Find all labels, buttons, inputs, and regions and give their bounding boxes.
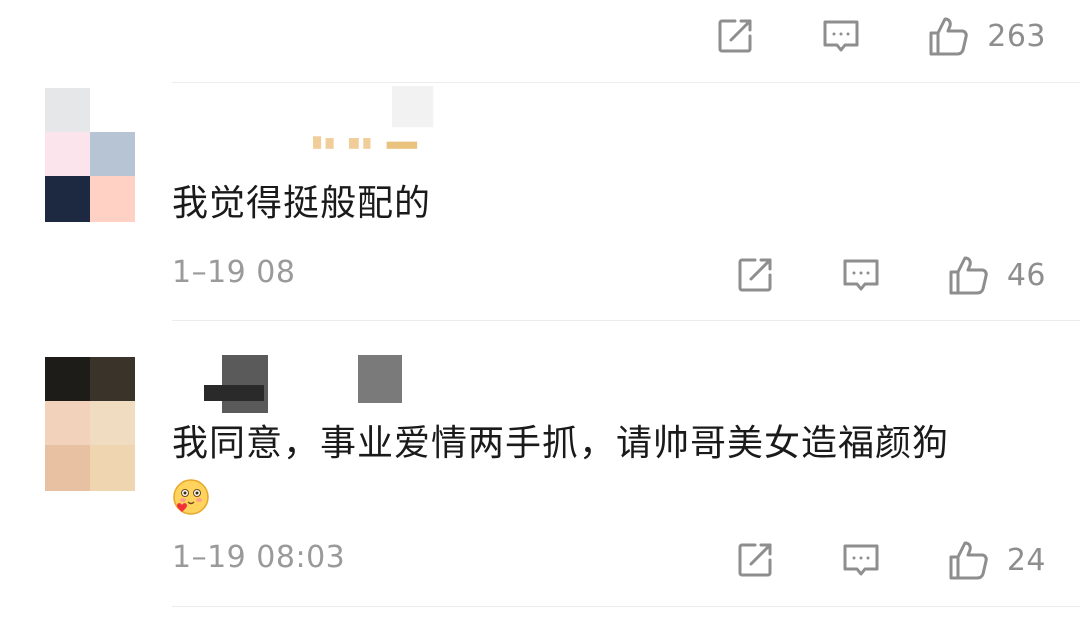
share-icon xyxy=(715,16,755,56)
comment-icon xyxy=(821,16,861,56)
divider xyxy=(172,606,1080,607)
divider xyxy=(172,320,1080,321)
like-button[interactable]: 46 xyxy=(947,253,1046,297)
like-count: 46 xyxy=(1006,257,1046,293)
share-button[interactable] xyxy=(715,16,755,56)
like-count: 263 xyxy=(987,18,1046,54)
like-button[interactable]: 263 xyxy=(927,14,1046,58)
blush-emoji-icon xyxy=(172,478,210,516)
thumbs-up-icon xyxy=(927,14,971,58)
share-button[interactable] xyxy=(735,540,775,580)
like-button[interactable]: 24 xyxy=(947,538,1046,582)
like-count: 24 xyxy=(1006,542,1046,578)
thumbs-up-icon xyxy=(947,253,991,297)
comment-text-content: 我同意，事业爱情两手抓，请帅哥美女造福颜狗 xyxy=(172,423,950,464)
share-icon xyxy=(735,540,775,580)
avatar[interactable] xyxy=(45,88,135,222)
reply-button[interactable] xyxy=(841,540,881,580)
reply-button[interactable] xyxy=(821,16,861,56)
username-redacted[interactable] xyxy=(172,355,472,425)
comment-text: 我同意，事业爱情两手抓，请帅哥美女造福颜狗 xyxy=(172,418,1020,522)
comment-actions: 46 xyxy=(735,245,1046,305)
comment-actions: 263 xyxy=(715,6,1046,66)
comment-icon xyxy=(841,540,881,580)
comment-actions: 24 xyxy=(735,530,1046,590)
share-icon xyxy=(735,255,775,295)
comment-text: 我觉得挺般配的 xyxy=(172,183,432,224)
comment-timestamp: 1–19 08:03 xyxy=(172,540,346,575)
share-button[interactable] xyxy=(735,255,775,295)
username-redacted[interactable] xyxy=(172,86,472,156)
avatar[interactable] xyxy=(45,357,135,491)
comment-feed: 263 我觉得挺般配的 1–19 08 46 我同意，事业爱情两手抓，请帅哥美女… xyxy=(0,0,1080,619)
comment-icon xyxy=(841,255,881,295)
comment-timestamp: 1–19 08 xyxy=(172,255,296,290)
reply-button[interactable] xyxy=(841,255,881,295)
thumbs-up-icon xyxy=(947,538,991,582)
divider xyxy=(172,82,1080,83)
